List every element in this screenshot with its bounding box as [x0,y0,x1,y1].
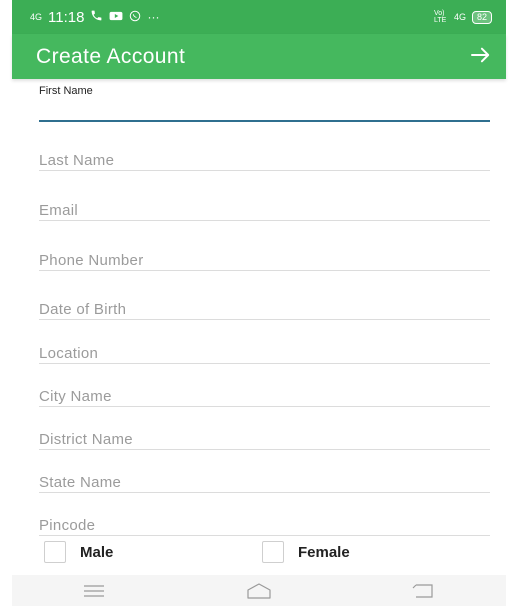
back-button[interactable] [404,579,444,603]
overflow-indicator: ··· [147,10,160,24]
volte-indicator: Vo) LTE [433,10,447,24]
date-of-birth-input[interactable] [39,299,490,319]
female-label: Female [298,543,350,561]
gender-option-female[interactable]: Female [262,541,350,563]
arrow-right-icon [471,47,490,62]
state-field-group [39,470,490,494]
network-type: 4G [30,11,43,22]
gender-selector: Male Female [44,541,464,565]
menu-icon [84,584,105,597]
whatsapp-icon [129,9,141,25]
last-name-field-group [39,148,490,172]
status-time: 11:18 [48,8,85,26]
page-title: Create Account [36,44,186,68]
pincode-underline [39,535,490,536]
system-nav-bar [12,575,506,606]
phone-number-input[interactable] [39,250,490,270]
signal-icon: 4G [30,11,43,22]
city-name-input[interactable] [39,386,490,406]
phone-underline [39,270,490,271]
home-icon [247,582,271,599]
gender-option-male[interactable]: Male [44,541,113,563]
location-field-group [39,341,490,365]
forward-button[interactable] [470,44,492,70]
last-name-underline [39,170,490,171]
location-underline [39,363,490,364]
dob-underline [39,319,490,320]
email-input[interactable] [39,200,490,220]
email-field-group [39,198,490,222]
male-checkbox[interactable] [44,541,66,563]
first-name-input[interactable] [39,100,490,120]
state-underline [39,492,490,493]
first-name-field-group: First Name [39,80,490,124]
back-icon [412,583,433,598]
male-label: Male [80,543,114,561]
battery-level: 82 [476,12,487,22]
city-field-group [39,384,490,408]
network-type-right: 4G [453,12,466,22]
home-button[interactable] [239,579,279,603]
district-field-group [39,427,490,451]
status-bar: 4G 11:18 ··· Vo) LTE 4G 82 [12,0,506,34]
female-checkbox[interactable] [262,541,284,563]
phone-field-group [39,248,490,272]
first-name-label: First Name [39,85,93,97]
video-icon [109,9,123,25]
app-bar: Create Account [12,34,506,79]
location-input[interactable] [39,343,490,363]
email-underline [39,220,490,221]
dob-field-group [39,297,490,321]
district-name-input[interactable] [39,429,490,449]
first-name-underline [39,120,490,122]
last-name-input[interactable] [39,150,490,170]
district-underline [39,449,490,450]
status-right: Vo) LTE 4G 82 [434,10,492,24]
status-left: 4G 11:18 ··· [30,9,159,26]
phone-icon [90,9,103,25]
menu-button[interactable] [74,579,114,603]
pincode-input[interactable] [39,515,490,535]
pincode-field-group [39,513,490,537]
battery-icon: 82 [471,10,492,24]
city-underline [39,406,490,407]
state-name-input[interactable] [39,472,490,492]
